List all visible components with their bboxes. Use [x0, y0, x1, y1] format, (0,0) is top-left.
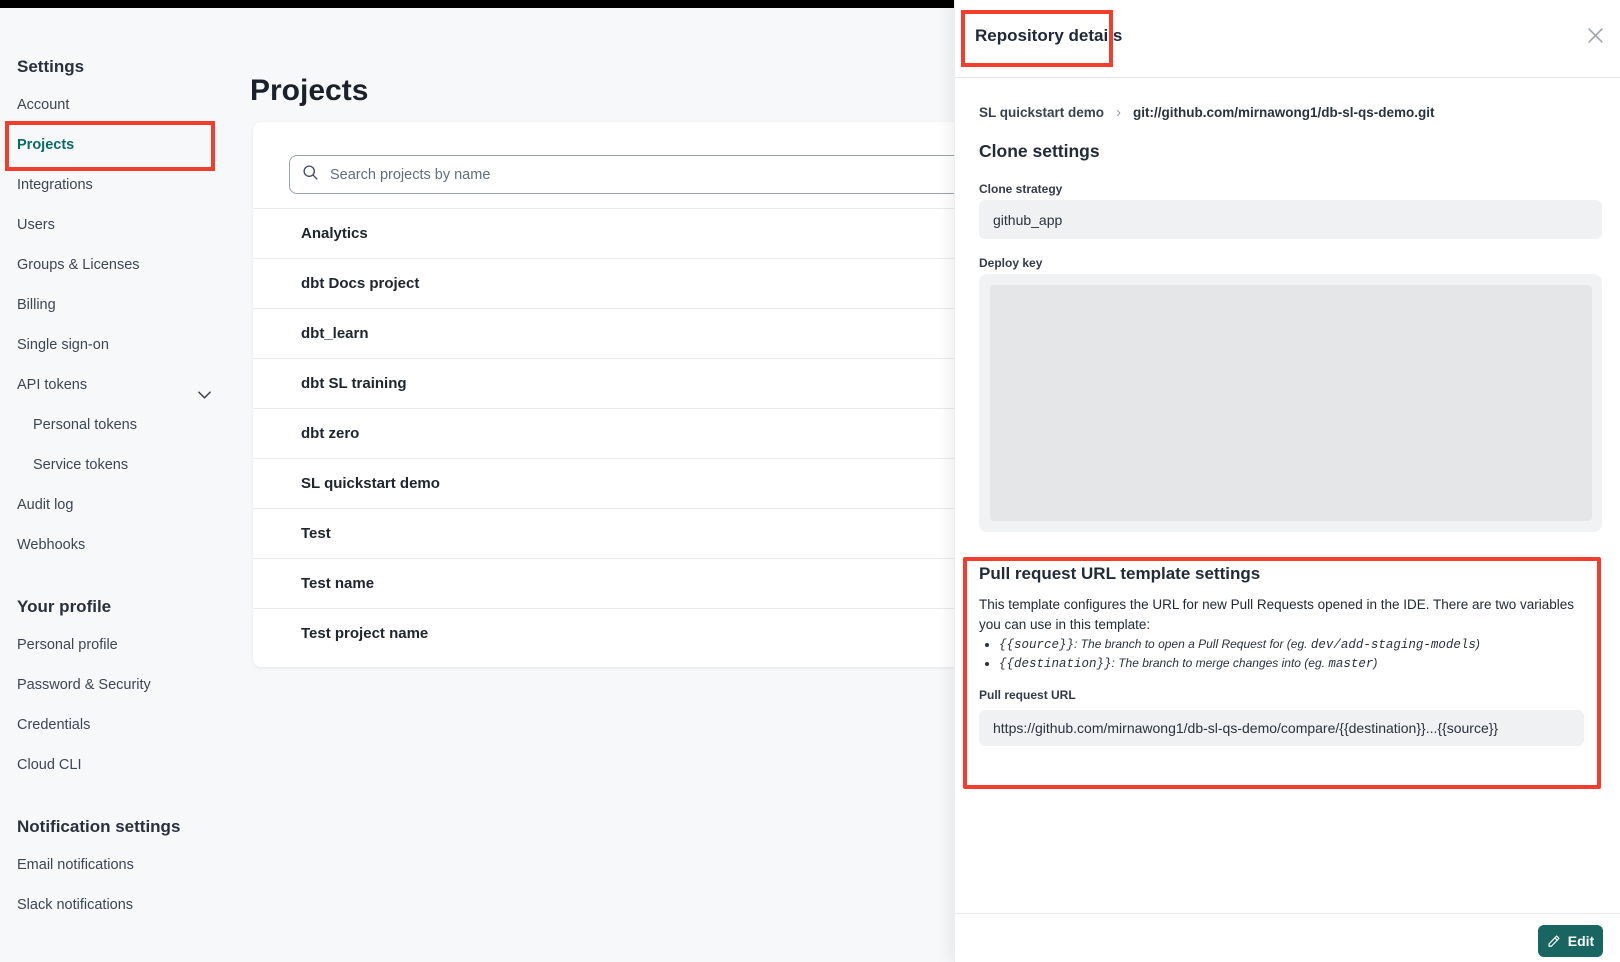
clone-strategy-label: Clone strategy: [979, 182, 1062, 196]
drawer-header-divider: [955, 77, 1620, 78]
edit-button[interactable]: Edit: [1538, 925, 1603, 957]
breadcrumb-project: SL quickstart demo: [979, 105, 1104, 120]
sidebar-item-groups-licenses[interactable]: Groups & Licenses: [17, 245, 247, 285]
sidebar-notifications-header: Notification settings: [17, 817, 180, 837]
sidebar-item-projects[interactable]: Projects: [17, 125, 247, 165]
list-item: {{source}}: The branch to open a Pull Re…: [999, 636, 1480, 655]
pull-request-url-value: https://github.com/mirnawong1/db-sl-qs-d…: [979, 710, 1584, 746]
pr-template-description: This template configures the URL for new…: [979, 595, 1593, 635]
sidebar-item-service-tokens[interactable]: Service tokens: [17, 445, 247, 485]
sidebar-item-users[interactable]: Users: [17, 205, 247, 245]
pull-request-url-label: Pull request URL: [979, 688, 1076, 702]
sidebar-item-password-security[interactable]: Password & Security: [17, 665, 247, 705]
drawer-title: Repository details: [975, 26, 1122, 46]
pr-template-variables-list: {{source}}: The branch to open a Pull Re…: [983, 636, 1480, 673]
sidebar-item-billing[interactable]: Billing: [17, 285, 247, 325]
sidebar-item-personal-tokens[interactable]: Personal tokens: [17, 405, 247, 445]
sidebar-item-personal-profile[interactable]: Personal profile: [17, 625, 247, 665]
list-item: {{destination}}: The branch to merge cha…: [999, 655, 1480, 674]
repository-details-drawer: Repository details SL quickstart demo › …: [954, 0, 1620, 962]
app-screen: Settings Account Projects Integrations U…: [0, 0, 1620, 962]
sidebar-profile-header: Your profile: [17, 597, 111, 617]
pr-template-heading: Pull request URL template settings: [979, 564, 1260, 584]
top-black-bar: [0, 0, 954, 8]
deploy-key-redacted-value: [990, 285, 1592, 521]
sidebar-item-account[interactable]: Account: [17, 85, 247, 125]
drawer-footer-divider: [955, 913, 1620, 914]
sidebar-item-credentials[interactable]: Credentials: [17, 705, 247, 745]
sidebar-item-integrations[interactable]: Integrations: [17, 165, 247, 205]
sidebar-item-slack-notifications[interactable]: Slack notifications: [17, 885, 247, 925]
sidebar-item-webhooks[interactable]: Webhooks: [17, 525, 247, 565]
deploy-key-label: Deploy key: [979, 256, 1042, 270]
breadcrumb: SL quickstart demo › git://github.com/mi…: [979, 104, 1435, 121]
breadcrumb-repo-url: git://github.com/mirnawong1/db-sl-qs-dem…: [1133, 105, 1434, 120]
sidebar-item-audit-log[interactable]: Audit log: [17, 485, 247, 525]
sidebar-item-single-sign-on[interactable]: Single sign-on: [17, 325, 247, 365]
sidebar-item-cloud-cli[interactable]: Cloud CLI: [17, 745, 247, 785]
sidebar-settings-header: Settings: [17, 57, 84, 77]
deploy-key-field: [979, 274, 1602, 532]
annotation-box-pr-template-section: [963, 557, 1601, 789]
pencil-icon: [1547, 934, 1561, 948]
search-icon: [302, 164, 319, 186]
page-title: Projects: [250, 74, 368, 108]
chevron-right-icon: ›: [1116, 104, 1121, 121]
sidebar-item-api-tokens[interactable]: API tokens: [17, 365, 247, 405]
sidebar-item-email-notifications[interactable]: Email notifications: [17, 845, 247, 885]
close-icon[interactable]: [1584, 24, 1606, 46]
clone-settings-heading: Clone settings: [979, 141, 1100, 162]
clone-strategy-value: github_app: [979, 200, 1602, 239]
